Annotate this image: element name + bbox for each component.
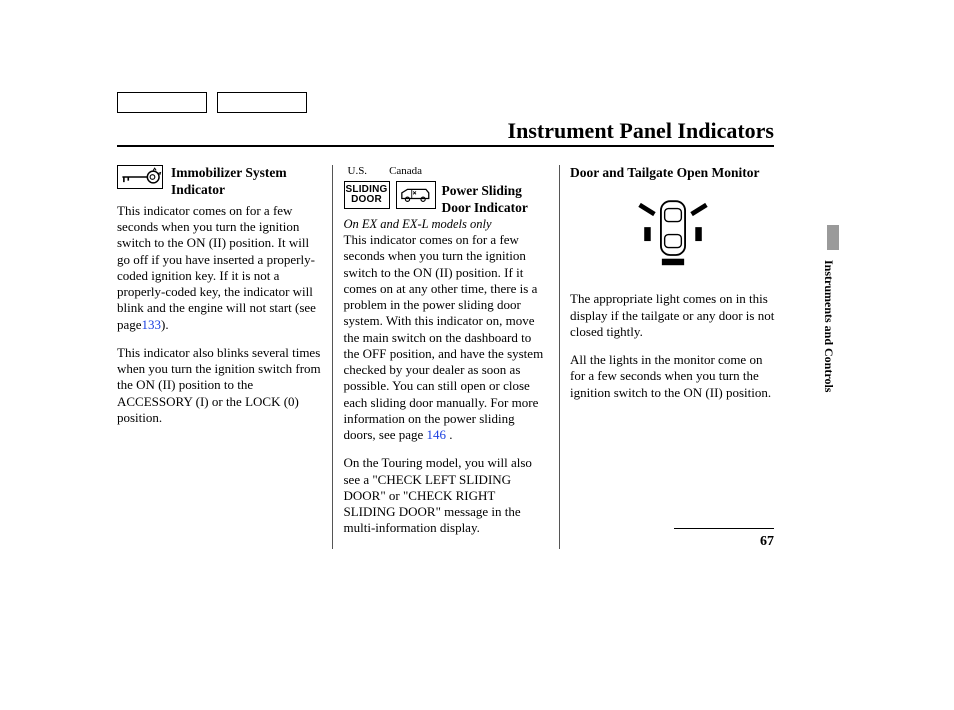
van-icon xyxy=(399,184,433,206)
header-box-2 xyxy=(217,92,307,113)
col2-p2: On the Touring model, you will also see … xyxy=(344,455,549,536)
door-open-diagram-icon xyxy=(608,190,738,274)
sliding-heading: Power Sliding Door Indicator xyxy=(442,181,549,217)
col2-p1: This indicator comes on for a few second… xyxy=(344,232,549,443)
content-columns: Immobilizer System Indicator This indica… xyxy=(117,165,775,549)
immobilizer-key-icon xyxy=(117,165,163,189)
sliding-line2: DOOR xyxy=(351,195,382,205)
column-3: Door and Tailgate Open Monitor The appro… xyxy=(570,165,775,549)
page-number: 67 xyxy=(760,534,774,550)
door-monitor-heading: Door and Tailgate Open Monitor xyxy=(570,165,775,182)
sliding-door-icons: SLIDING DOOR Power Sliding Door Indicato… xyxy=(344,181,549,217)
col3-p2: All the lights in the monitor come on fo… xyxy=(570,352,775,401)
sliding-door-van-icon xyxy=(396,181,436,209)
header-boxes xyxy=(117,92,307,113)
side-section-label: Instruments and Controls xyxy=(821,260,836,392)
side-tab xyxy=(827,225,839,250)
column-1: Immobilizer System Indicator This indica… xyxy=(117,165,322,549)
page-link-146[interactable]: 146 xyxy=(427,427,447,442)
col1-p2: This indicator also blinks several times… xyxy=(117,345,322,426)
region-labels: U.S. Canada xyxy=(344,165,549,179)
key-icon xyxy=(118,166,162,188)
page: Instrument Panel Indicators Immobili xyxy=(0,0,954,710)
column-2: U.S. Canada SLIDING DOOR Po xyxy=(344,165,549,549)
header-box-1 xyxy=(117,92,207,113)
immobilizer-heading: Immobilizer System Indicator xyxy=(171,165,322,199)
col2-p1a: This indicator comes on for a few second… xyxy=(344,232,544,442)
col2-subnote: On EX and EX-L models only xyxy=(344,217,549,233)
col1-p1: This indicator comes on for a few second… xyxy=(117,203,322,333)
label-canada: Canada xyxy=(389,165,422,179)
column-divider-1 xyxy=(332,165,333,549)
page-number-rule xyxy=(674,528,774,529)
col1-p1b: ). xyxy=(161,317,169,332)
immobilizer-header: Immobilizer System Indicator xyxy=(117,165,322,199)
page-link-133[interactable]: 133 xyxy=(142,317,162,332)
col3-p1: The appropriate light comes on in this d… xyxy=(570,291,775,340)
label-us: U.S. xyxy=(348,165,368,179)
page-title: Instrument Panel Indicators xyxy=(508,118,774,144)
column-divider-2 xyxy=(559,165,560,549)
title-rule xyxy=(117,145,774,147)
sliding-door-text-icon: SLIDING DOOR xyxy=(344,181,390,209)
col1-p1a: This indicator comes on for a few second… xyxy=(117,203,316,332)
col2-p1b: . xyxy=(446,427,453,442)
